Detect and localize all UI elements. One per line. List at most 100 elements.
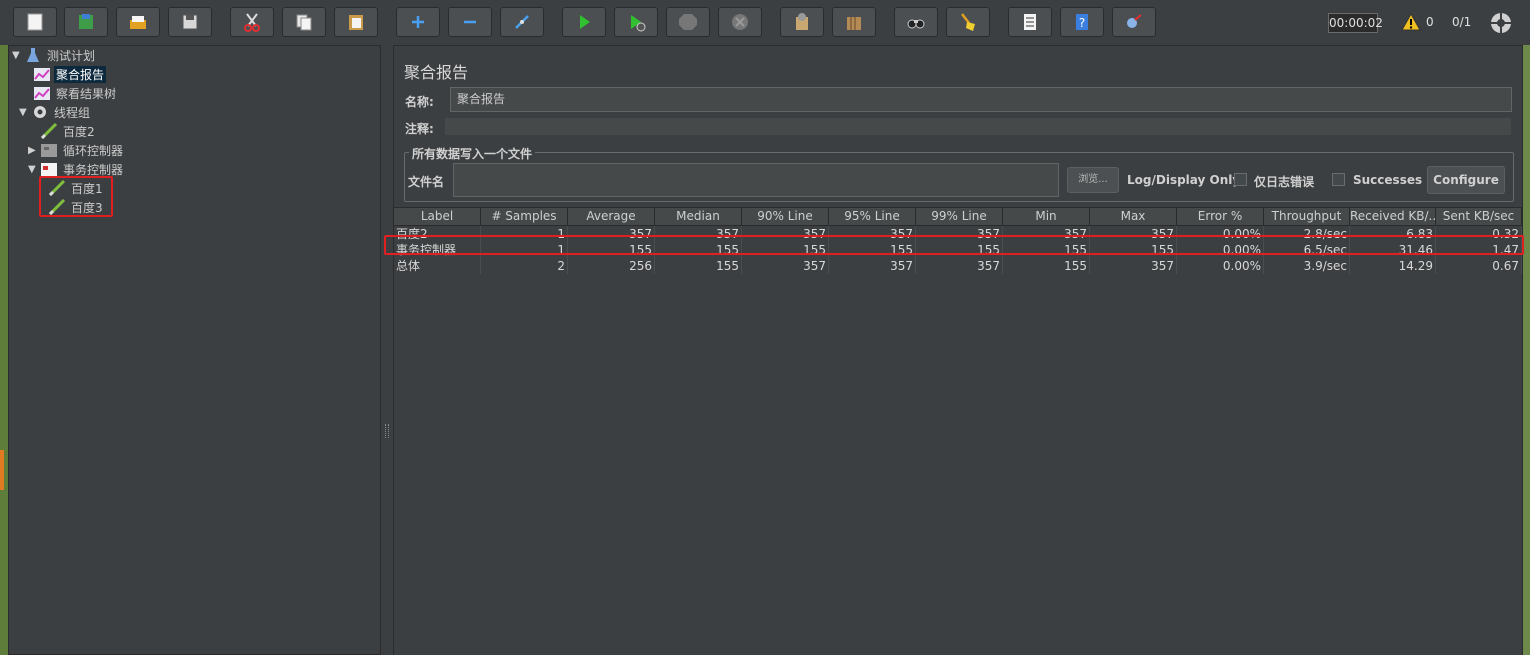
paste-icon [349, 15, 363, 30]
listener-chart-icon [34, 87, 50, 100]
file-section-title: 所有数据写入一个文件 [409, 145, 536, 162]
collapse-button[interactable] [448, 7, 492, 37]
name-input[interactable]: 聚合报告 [450, 87, 1512, 112]
configure-button[interactable]: Configure [1427, 166, 1505, 194]
transaction-icon [41, 163, 57, 176]
save-button[interactable] [168, 7, 212, 37]
broom-icon [961, 13, 975, 31]
play-icon [580, 15, 590, 29]
toggle-button[interactable] [500, 7, 544, 37]
expanded-caret-icon[interactable]: ▼ [19, 107, 31, 118]
tree-item-label: 察看结果树 [56, 86, 117, 101]
expanded-caret-icon[interactable]: ▼ [28, 164, 40, 175]
remote-icon [1127, 14, 1142, 28]
tree-item-view-results-tree[interactable]: 察看结果树 [33, 84, 118, 102]
table-cell: 155 [655, 258, 742, 274]
stop-icon [679, 14, 697, 30]
paste-button[interactable] [334, 7, 378, 37]
templates-icon [79, 14, 93, 29]
file-name-input[interactable] [453, 163, 1059, 197]
column-header-min[interactable]: Min [1003, 208, 1090, 226]
new-button[interactable] [13, 7, 57, 37]
clear-button[interactable] [780, 7, 824, 37]
column-header-average[interactable]: Average [568, 208, 655, 226]
table-row[interactable]: 总体 2 256 155 357 357 357 155 357 0.00% 3.9/sec 14.2… [394, 258, 1522, 274]
browse-button[interactable]: 浏览... [1067, 167, 1119, 193]
clear-icon [796, 13, 808, 30]
table-cell: 357 [829, 258, 916, 274]
help-button[interactable]: ? [1060, 7, 1104, 37]
copy-icon [296, 14, 312, 31]
binoculars-icon [907, 19, 925, 29]
cut-button[interactable] [230, 7, 274, 37]
errors-only-checkbox[interactable] [1234, 173, 1247, 186]
function-helper-button[interactable] [1008, 7, 1052, 37]
expanded-caret-icon[interactable]: ▼ [12, 50, 24, 61]
column-header-throughput[interactable]: Throughput [1264, 208, 1350, 226]
tree-item-baidu2[interactable]: 百度2 [40, 122, 97, 140]
column-header-max[interactable]: Max [1090, 208, 1177, 226]
tree-item-thread-group[interactable]: ▼ 线程组 [19, 103, 92, 121]
pane-splitter[interactable] [381, 45, 393, 655]
list-icon [1024, 14, 1036, 30]
splitter-grip-icon[interactable] [385, 424, 389, 438]
main-toolbar: ? 00:00:02 0 0/1 [0, 0, 1530, 44]
sampler-pen-icon [40, 123, 58, 139]
remote-start-button[interactable] [1112, 7, 1156, 37]
tree-item-test-plan[interactable]: ▼ 测试计划 [12, 46, 97, 64]
comment-input[interactable] [444, 117, 1512, 136]
open-button[interactable] [116, 7, 160, 37]
successes-label: Successes [1353, 173, 1423, 187]
warning-count: 0 [1426, 15, 1434, 29]
globe-icon[interactable] [1489, 11, 1513, 35]
reset-search-button[interactable] [946, 7, 990, 37]
collapsed-caret-icon[interactable]: ▶ [28, 145, 40, 156]
column-header-median[interactable]: Median [655, 208, 742, 226]
column-header-received[interactable]: Received KB/... [1350, 208, 1436, 226]
clear-all-button[interactable] [832, 7, 876, 37]
name-label: 名称: [405, 95, 434, 109]
shutdown-button[interactable] [718, 7, 762, 37]
start-no-pauses-button[interactable] [614, 7, 658, 37]
highlight-box-table-row [384, 235, 1524, 255]
column-header-99-line[interactable]: 99% Line [916, 208, 1003, 226]
table-cell: 14.29 [1350, 258, 1436, 274]
log-display-only-label: Log/Display Only: [1127, 173, 1245, 187]
clear-all-icon [847, 17, 861, 30]
tree-item-label: 聚合报告 [54, 65, 107, 83]
table-cell: 总体 [394, 258, 481, 274]
tree-item-loop-controller[interactable]: ▶ 循环控制器 [28, 141, 125, 159]
column-header-sent[interactable]: Sent KB/sec [1436, 208, 1522, 226]
panel-title: 聚合报告 [404, 63, 469, 82]
tree-item-label: 百度2 [63, 124, 95, 139]
table-cell: 357 [916, 258, 1003, 274]
toggle-icon [515, 15, 529, 29]
table-header: Label # Samples Average Median 90% Line … [394, 208, 1522, 226]
table-cell: 3.9/sec [1264, 258, 1350, 274]
table-cell: 357 [742, 258, 829, 274]
column-header-90-line[interactable]: 90% Line [742, 208, 829, 226]
desktop-edge-marker [0, 450, 4, 490]
search-button[interactable] [894, 7, 938, 37]
warning-icon[interactable] [1401, 13, 1421, 31]
aggregate-report-panel: 聚合报告 名称: 聚合报告 注释: 所有数据写入一个文件 文件名 浏览... L… [393, 45, 1523, 655]
elapsed-timer: 00:00:02 [1328, 13, 1383, 33]
help-icon: ? [1076, 14, 1088, 30]
file-name-label: 文件名 [408, 175, 445, 189]
listener-chart-icon [34, 68, 50, 81]
column-header-95-line[interactable]: 95% Line [829, 208, 916, 226]
active-threads: 0/1 [1452, 15, 1472, 29]
table-cell: 0.00% [1177, 258, 1264, 274]
tree-item-aggregate-report[interactable]: 聚合报告 [33, 65, 107, 83]
column-header-error[interactable]: Error % [1177, 208, 1264, 226]
column-header-samples[interactable]: # Samples [481, 208, 568, 226]
column-header-label[interactable]: Label [394, 208, 481, 226]
successes-checkbox[interactable] [1332, 173, 1345, 186]
templates-button[interactable] [64, 7, 108, 37]
stop-button[interactable] [666, 7, 710, 37]
start-button[interactable] [562, 7, 606, 37]
table-cell: 2 [481, 258, 568, 274]
expand-button[interactable] [396, 7, 440, 37]
table-cell: 256 [568, 258, 655, 274]
copy-button[interactable] [282, 7, 326, 37]
